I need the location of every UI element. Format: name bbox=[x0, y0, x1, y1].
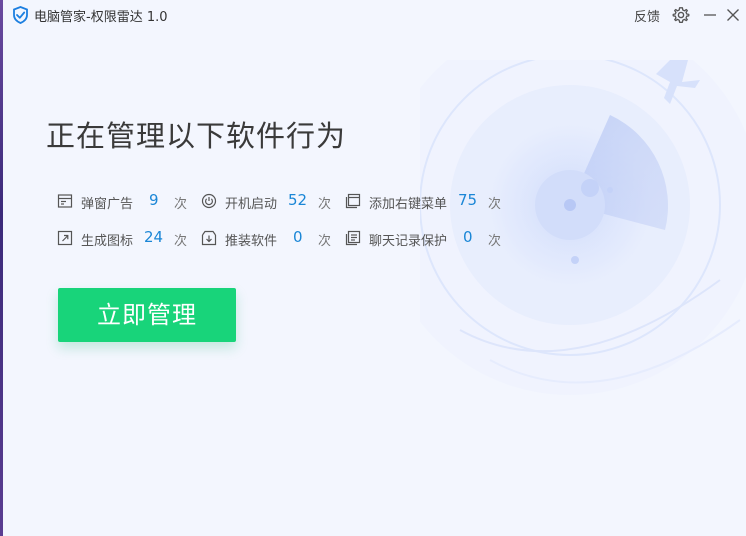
stat-unit: 次 bbox=[174, 197, 188, 212]
stat-popup-ads: 弹窗广告 9 次 bbox=[57, 191, 197, 212]
stat-bundled-install: 推装软件 0 次 bbox=[201, 228, 341, 249]
feedback-link[interactable]: 反馈 bbox=[634, 6, 660, 25]
minimize-icon[interactable] bbox=[701, 6, 719, 24]
stat-value: 0 bbox=[293, 228, 303, 246]
manage-now-button[interactable]: 立即管理 bbox=[58, 288, 236, 342]
gear-icon[interactable] bbox=[672, 6, 690, 24]
stat-label: 开机启动 bbox=[225, 197, 278, 212]
download-install-icon bbox=[201, 230, 217, 246]
stat-create-icons: 生成图标 24 次 bbox=[57, 228, 197, 249]
stat-label: 聊天记录保护 bbox=[369, 234, 448, 249]
stat-label: 推装软件 bbox=[225, 234, 278, 249]
power-icon bbox=[201, 193, 217, 209]
radar-illustration bbox=[420, 60, 746, 395]
stat-label: 添加右键菜单 bbox=[369, 197, 448, 212]
stat-value: 24 bbox=[144, 228, 164, 246]
title-bar: 电脑管家-权限雷达 1.0 反馈 bbox=[0, 0, 746, 30]
stat-context-menu: 添加右键菜单 75 次 bbox=[345, 191, 505, 212]
stat-unit: 次 bbox=[174, 234, 188, 249]
page-headline: 正在管理以下软件行为 bbox=[46, 119, 347, 153]
stat-unit: 次 bbox=[488, 197, 502, 212]
stat-label: 生成图标 bbox=[81, 234, 134, 249]
window-title: 电脑管家-权限雷达 1.0 bbox=[34, 10, 168, 25]
popup-window-icon bbox=[57, 194, 73, 208]
close-icon[interactable] bbox=[724, 6, 742, 24]
stat-value: 75 bbox=[458, 191, 478, 209]
stat-startup: 开机启动 52 次 bbox=[201, 191, 341, 212]
context-menu-icon bbox=[345, 193, 361, 209]
stat-unit: 次 bbox=[318, 234, 332, 249]
stat-value: 52 bbox=[288, 191, 308, 209]
stat-unit: 次 bbox=[488, 234, 502, 249]
stat-label: 弹窗广告 bbox=[81, 197, 134, 212]
stat-value: 9 bbox=[149, 191, 159, 209]
shortcut-icon bbox=[57, 230, 73, 246]
app-window: 电脑管家-权限雷达 1.0 反馈 正在管理以下软件行为 弹窗广告 9 次 开机启… bbox=[0, 0, 746, 536]
shield-logo-icon bbox=[13, 6, 28, 24]
stat-unit: 次 bbox=[318, 197, 332, 212]
stat-chat-protection: 聊天记录保护 0 次 bbox=[345, 228, 505, 249]
desktop-edge bbox=[0, 0, 3, 536]
chat-record-icon bbox=[345, 230, 361, 246]
stat-value: 0 bbox=[463, 228, 473, 246]
